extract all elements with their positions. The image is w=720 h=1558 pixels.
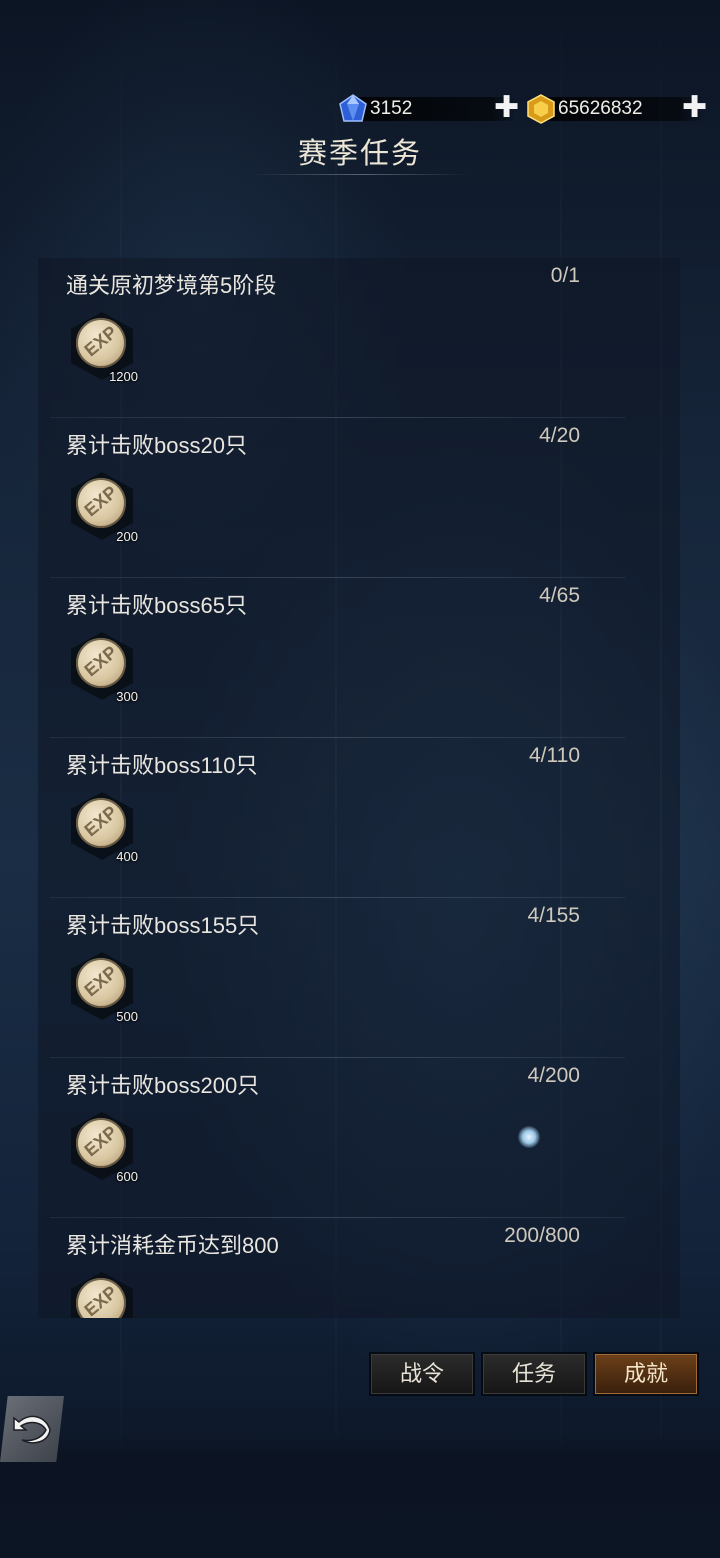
exp-reward[interactable]: EXP 300	[68, 628, 138, 704]
glow-orb	[518, 1126, 540, 1148]
exp-reward[interactable]: EXP 200	[68, 468, 138, 544]
task-progress: 0/1	[550, 264, 580, 287]
exp-coin-icon: EXP	[76, 1118, 126, 1168]
season-task-screen: 3152 ✚ 65626832 ✚ 赛季任务 通关原初梦境第5阶段 0/1 EX…	[0, 0, 720, 1558]
task-row: 累计消耗金币达到800 200/800 EXP	[38, 1218, 680, 1318]
task-name: 累计击败boss20只	[66, 433, 247, 458]
page-title: 赛季任务	[297, 138, 422, 170]
tab-achievements[interactable]: 成就	[595, 1354, 697, 1394]
tab-battle-pass[interactable]: 战令	[371, 1354, 473, 1394]
tab-tasks[interactable]: 任务	[483, 1354, 585, 1394]
exp-reward[interactable]: EXP 1200	[68, 308, 138, 384]
task-progress: 4/200	[527, 1064, 580, 1087]
task-name: 累计击败boss155只	[66, 913, 260, 938]
exp-reward[interactable]: EXP	[68, 1268, 134, 1318]
task-name: 累计击败boss65只	[66, 593, 247, 618]
exp-coin-icon: EXP	[76, 318, 126, 368]
add-gold-button[interactable]: ✚	[682, 93, 707, 123]
exp-reward[interactable]: EXP 600	[68, 1108, 138, 1184]
exp-reward[interactable]: EXP 500	[68, 948, 138, 1024]
gold-amount: 65626832	[558, 98, 643, 119]
exp-coin-icon: EXP	[76, 958, 126, 1008]
exp-coin-icon: EXP	[76, 638, 126, 688]
gold-currency: 65626832 ✚	[526, 93, 710, 124]
task-name: 累计击败boss200只	[66, 1073, 260, 1098]
exp-reward[interactable]: EXP 400	[68, 788, 138, 864]
back-button[interactable]	[0, 1396, 64, 1462]
exp-coin-icon: EXP	[76, 478, 126, 528]
task-row: 通关原初梦境第5阶段 0/1 EXP 1200	[38, 258, 680, 418]
reward-amount: 400	[116, 849, 138, 864]
reward-amount: 300	[116, 689, 138, 704]
reward-amount: 500	[116, 1009, 138, 1024]
add-diamond-button[interactable]: ✚	[494, 93, 519, 123]
task-list[interactable]: 通关原初梦境第5阶段 0/1 EXP 1200 累计击败boss20只 4/20…	[38, 258, 680, 1318]
task-name: 通关原初梦境第5阶段	[66, 273, 277, 298]
gold-gem-icon	[526, 94, 556, 124]
task-name: 累计击败boss110只	[66, 753, 258, 778]
reward-amount: 600	[116, 1169, 138, 1184]
task-progress: 4/20	[539, 424, 580, 447]
bottom-band	[0, 1430, 720, 1558]
task-row: 累计击败boss20只 4/20 EXP 200	[38, 418, 680, 578]
task-row: 累计击败boss200只 4/200 EXP 600	[38, 1058, 680, 1218]
reward-amount: 1200	[109, 369, 138, 384]
task-row: 累计击败boss110只 4/110 EXP 400	[38, 738, 680, 898]
task-progress: 4/65	[539, 584, 580, 607]
task-row: 累计击败boss65只 4/65 EXP 300	[38, 578, 680, 738]
task-progress: 4/155	[527, 904, 580, 927]
exp-coin-icon: EXP	[76, 1278, 126, 1318]
exp-coin-icon: EXP	[76, 798, 126, 848]
diamond-amount: 3152	[370, 98, 413, 119]
task-progress: 200/800	[504, 1224, 580, 1247]
blue-gem-icon	[338, 94, 368, 124]
task-name: 累计消耗金币达到800	[66, 1233, 279, 1258]
title-divider	[250, 174, 470, 175]
reward-amount: 200	[116, 529, 138, 544]
task-row: 累计击败boss155只 4/155 EXP 500	[38, 898, 680, 1058]
task-progress: 4/110	[529, 744, 580, 767]
back-arrow-icon	[13, 1415, 51, 1444]
diamond-currency: 3152 ✚	[338, 93, 519, 124]
